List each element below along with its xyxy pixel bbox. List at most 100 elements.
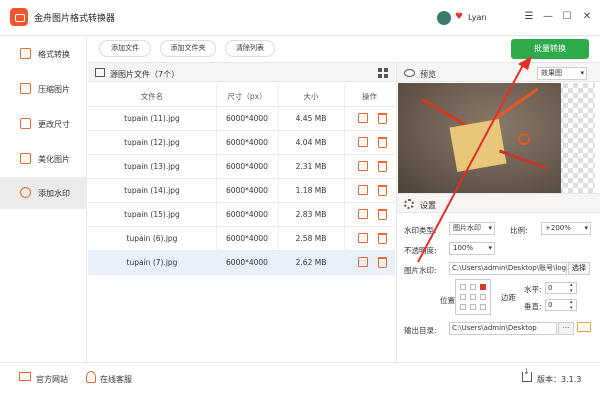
opacity-select[interactable]: 100% <box>449 242 495 255</box>
delete-icon[interactable] <box>378 113 387 124</box>
size-cell: 4.45 MB <box>295 114 327 123</box>
scale-label: 比例: <box>510 226 528 235</box>
position-cell[interactable] <box>460 304 466 310</box>
delete-icon[interactable] <box>378 161 387 172</box>
sidebar-item-label: 格式转换 <box>38 50 70 59</box>
file-name-cell: tupain (7).jpg <box>126 258 178 267</box>
menu-button[interactable]: ☰ <box>522 11 536 22</box>
sidebar-item-beautify[interactable]: 美化图片 <box>0 143 87 175</box>
table-row-selected[interactable]: tupain (7).jpg 6000*4000 2.62 MB <box>88 251 395 275</box>
sidebar-item-label: 添加水印 <box>38 189 70 198</box>
resize-icon <box>20 118 31 129</box>
vertical-margin-input[interactable]: 0 <box>545 299 577 311</box>
position-cell[interactable] <box>470 294 476 300</box>
open-file-icon[interactable] <box>358 209 368 219</box>
dimensions-cell: 6000*4000 <box>226 186 268 195</box>
position-cell[interactable] <box>460 284 466 290</box>
position-grid[interactable] <box>455 279 491 315</box>
official-website-link[interactable]: 官方网站 <box>36 374 68 385</box>
add-folder-button[interactable]: 添加文件夹 <box>160 40 216 57</box>
column-header-size: 大小 <box>303 92 319 101</box>
preview-canvas <box>398 83 595 193</box>
download-icon[interactable] <box>522 367 532 382</box>
size-cell: 2.83 MB <box>295 210 327 219</box>
watermark-type-select[interactable]: 图片水印 <box>449 222 495 235</box>
preview-image <box>398 83 561 193</box>
preview-mode-select[interactable]: 效果图 <box>537 67 587 80</box>
preview-panel: 预览 效果图 设置 水印类型: 图片水印 比例: +200% 不透明度: 100… <box>396 62 600 362</box>
settings-label: 设置 <box>420 201 436 210</box>
monitor-icon <box>19 372 31 381</box>
delete-icon[interactable] <box>378 209 387 220</box>
position-cell[interactable] <box>470 304 476 310</box>
online-support-link[interactable]: 在线客服 <box>100 374 132 385</box>
grid-view-icon[interactable] <box>378 68 388 78</box>
dimensions-cell: 6000*4000 <box>226 138 268 147</box>
user-avatar[interactable] <box>437 11 451 25</box>
file-name-cell: tupain (11).jpg <box>124 114 180 123</box>
close-button[interactable]: ✕ <box>580 11 594 22</box>
delete-icon[interactable] <box>378 233 387 244</box>
position-cell[interactable] <box>470 284 476 290</box>
file-name-cell: tupain (13).jpg <box>124 162 180 171</box>
column-header-dimensions: 尺寸（px） <box>227 92 267 101</box>
watermark-type-label: 水印类型: <box>404 226 437 235</box>
sidebar-item-resize[interactable]: 更改尺寸 <box>0 108 87 140</box>
table-row[interactable]: tupain (14).jpg 6000*4000 1.18 MB <box>88 179 395 203</box>
open-file-icon[interactable] <box>358 113 368 123</box>
minimize-button[interactable]: — <box>541 11 555 22</box>
dimensions-cell: 6000*4000 <box>226 114 268 123</box>
add-file-button[interactable]: 添加文件 <box>99 40 151 57</box>
open-file-icon[interactable] <box>358 137 368 147</box>
position-cell[interactable] <box>480 294 486 300</box>
open-file-icon[interactable] <box>358 161 368 171</box>
size-cell: 1.18 MB <box>295 186 327 195</box>
convert-icon <box>20 48 31 59</box>
opacity-label: 不透明度: <box>404 246 437 255</box>
support-agent-icon <box>86 371 96 383</box>
position-cell[interactable] <box>460 294 466 300</box>
sidebar-item-format-convert[interactable]: 格式转换 <box>0 38 87 70</box>
paper-shape <box>449 119 507 172</box>
delete-icon[interactable] <box>378 185 387 196</box>
dimensions-cell: 6000*4000 <box>226 258 268 267</box>
clear-list-button[interactable]: 清除列表 <box>225 40 275 57</box>
browse-output-button[interactable]: ··· <box>558 322 574 335</box>
position-cell-selected[interactable] <box>480 284 486 290</box>
table-row[interactable]: tupain (6).jpg 6000*4000 2.58 MB <box>88 227 395 251</box>
position-label: 位置 <box>440 296 455 305</box>
size-cell: 2.58 MB <box>295 234 327 243</box>
output-dir-field[interactable]: C:\Users\admin\Desktop <box>449 322 557 335</box>
watermark-icon <box>20 187 31 198</box>
scale-select[interactable]: +200% <box>541 222 591 235</box>
table-row[interactable]: tupain (11).jpg 6000*4000 4.45 MB <box>88 107 395 131</box>
open-file-icon[interactable] <box>358 233 368 243</box>
sidebar-item-watermark[interactable]: 添加水印 <box>0 177 87 209</box>
size-cell: 2.31 MB <box>295 162 327 171</box>
toolbar: 添加文件 添加文件夹 清除列表 批量转换 <box>88 36 600 62</box>
table-row[interactable]: tupain (13).jpg 6000*4000 2.31 MB <box>88 155 395 179</box>
open-folder-icon[interactable] <box>577 322 591 332</box>
settings-header: 设置 <box>397 193 600 213</box>
dimensions-cell: 6000*4000 <box>226 162 268 171</box>
sidebar-item-label: 更改尺寸 <box>38 120 70 129</box>
horizontal-margin-input[interactable]: 0 <box>545 282 577 294</box>
batch-convert-button[interactable]: 批量转换 <box>511 39 589 59</box>
position-cell[interactable] <box>480 304 486 310</box>
table-row[interactable]: tupain (12).jpg 6000*4000 4.04 MB <box>88 131 395 155</box>
preview-label: 预览 <box>420 70 436 79</box>
sidebar-item-label: 美化图片 <box>38 155 70 164</box>
open-file-icon[interactable] <box>358 257 368 267</box>
open-file-icon[interactable] <box>358 185 368 195</box>
choose-image-button[interactable]: 选择 <box>568 262 590 275</box>
table-row[interactable]: tupain (15).jpg 6000*4000 2.83 MB <box>88 203 395 227</box>
sidebar-item-compress[interactable]: 压缩图片 <box>0 73 87 105</box>
pencil-shape <box>492 87 539 122</box>
size-cell: 4.04 MB <box>295 138 327 147</box>
delete-icon[interactable] <box>378 257 387 268</box>
user-name[interactable]: Lyan <box>468 13 486 22</box>
margin-label: 边距 <box>501 293 516 302</box>
maximize-button[interactable]: ☐ <box>560 11 574 22</box>
delete-icon[interactable] <box>378 137 387 148</box>
image-path-field[interactable]: C:\Users\admin\Desktop\账号\logo <box>449 262 567 275</box>
